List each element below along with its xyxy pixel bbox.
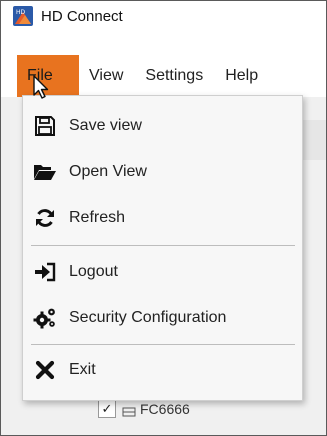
device-tree-item[interactable]: ✓ FC6666 <box>98 400 190 418</box>
folder-open-icon <box>33 160 57 184</box>
menu-item-label: Save view <box>69 117 142 134</box>
menu-item-save-view[interactable]: Save view <box>23 104 302 148</box>
file-dropdown-menu: Save view Open View Refresh Logout Secur… <box>22 95 303 401</box>
menu-separator <box>31 344 295 345</box>
background-panel <box>300 120 326 160</box>
menu-item-security-configuration[interactable]: Security Configuration <box>23 296 302 340</box>
menu-item-label: Open View <box>69 163 147 180</box>
cogs-icon <box>33 306 57 330</box>
save-icon <box>33 114 57 138</box>
mouse-pointer-icon <box>33 75 51 101</box>
window-title: HD Connect <box>41 7 123 25</box>
svg-text:HD: HD <box>16 9 26 16</box>
device-checkbox[interactable]: ✓ <box>98 400 116 418</box>
menu-item-label: Refresh <box>69 209 126 226</box>
title-bar: HD HD Connect <box>1 1 326 31</box>
menu-item-label: Logout <box>69 263 118 280</box>
menu-item-logout[interactable]: Logout <box>23 250 302 294</box>
device-label: FC6666 <box>140 401 190 417</box>
logout-icon <box>33 260 57 284</box>
menu-item-label: Security Configuration <box>69 309 227 326</box>
menu-view[interactable]: View <box>79 55 133 97</box>
refresh-icon <box>33 206 57 230</box>
hd-connect-app-icon: HD <box>13 6 33 26</box>
device-icon <box>122 404 136 417</box>
menu-item-refresh[interactable]: Refresh <box>23 196 302 240</box>
close-icon <box>33 358 57 382</box>
menu-item-label: Exit <box>69 361 96 378</box>
menu-item-exit[interactable]: Exit <box>23 348 302 392</box>
menu-item-open-view[interactable]: Open View <box>23 150 302 194</box>
menu-settings[interactable]: Settings <box>135 55 213 97</box>
menu-help[interactable]: Help <box>215 55 268 97</box>
menu-separator <box>31 245 295 246</box>
